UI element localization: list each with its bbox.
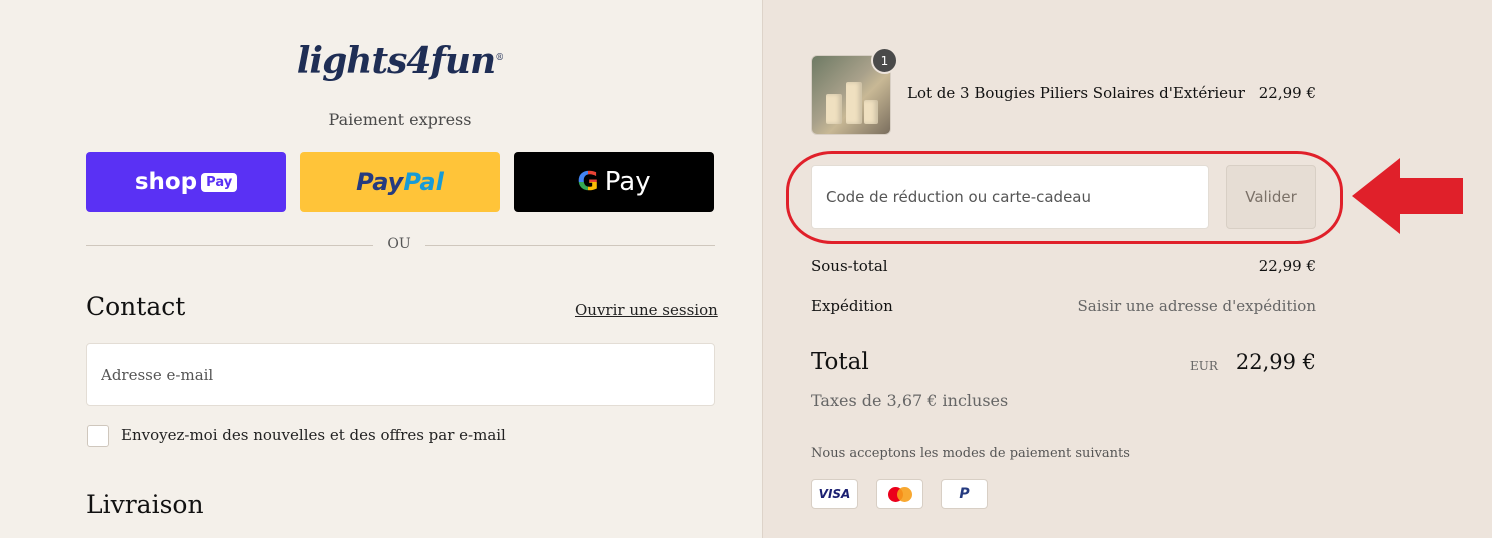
total-label: Total [811,349,869,375]
subtotal-value: 22,99 € [1258,257,1316,275]
newsletter-label: Envoyez-moi des nouvelles et des offres … [121,426,506,444]
visa-card-icon: VISA [811,479,858,509]
paypal-card-icon: P [941,479,988,509]
taxes-note: Taxes de 3,67 € incluses [811,391,1009,410]
email-field[interactable] [86,343,715,406]
currency-code: EUR [1190,359,1218,373]
shipping-value: Saisir une adresse d'expédition [1077,297,1316,315]
shipping-label: Expédition [811,297,893,315]
google-pay-button[interactable]: G Pay [514,152,714,212]
contact-heading: Contact [86,292,186,321]
product-price: 22,99 € [1258,84,1316,102]
accepted-payments-heading: Nous acceptons les modes de paiement sui… [811,446,1130,461]
brand-logo[interactable]: lights4fun® [0,40,800,82]
paypal-label-pay: Pay [356,168,404,196]
google-g-icon: G [577,167,599,197]
delivery-heading: Livraison [86,490,204,519]
express-checkout-heading: Paiement express [328,110,472,129]
annotation-arrow-icon [1352,158,1463,234]
google-pay-label: Pay [604,167,651,197]
total-value: 22,99 € [1235,350,1316,374]
mastercard-icon [876,479,923,509]
or-separator: OU [373,236,425,252]
shop-pay-badge: Pay [201,172,238,192]
annotation-highlight-ellipse [786,151,1343,244]
subtotal-label: Sous-total [811,257,888,275]
shop-pay-label: shop [134,169,198,195]
quantity-badge: 1 [871,47,898,74]
shop-pay-button[interactable]: shop Pay [86,152,286,212]
paypal-button[interactable]: Pay Pal [300,152,500,212]
login-link[interactable]: Ouvrir une session [575,301,718,319]
newsletter-checkbox[interactable] [87,425,109,447]
paypal-label-pal: Pal [403,168,444,196]
product-name: Lot de 3 Bougies Piliers Solaires d'Exté… [907,84,1245,102]
